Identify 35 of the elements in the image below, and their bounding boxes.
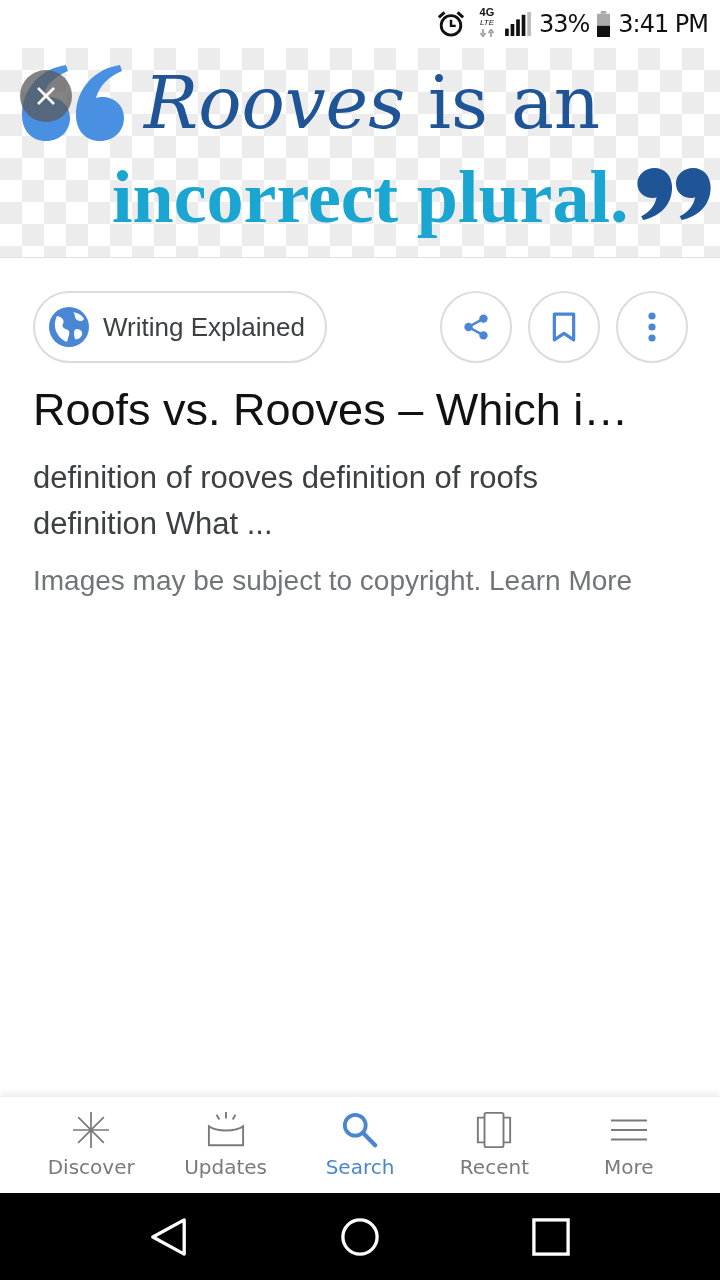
result-description: definition of rooves definition of roofs definition What ...	[33, 459, 539, 543]
source-chip[interactable]: Writing Explained	[33, 291, 327, 363]
clock-time: 3:41 PM	[618, 10, 708, 38]
nav-tab[interactable]: More	[561, 1097, 697, 1193]
cards-stack-icon	[475, 1111, 514, 1149]
nav-tab[interactable]: Recent	[427, 1097, 562, 1193]
alarm-clock-icon	[436, 10, 465, 38]
share-icon	[462, 312, 490, 342]
result-title[interactable]: Roofs vs. Rooves – Which i…	[33, 381, 688, 439]
nav-tab[interactable]: Discover	[24, 1097, 159, 1193]
open-quote-icon	[20, 63, 124, 143]
more-vertical-icon	[648, 312, 656, 342]
tray-icon	[206, 1111, 245, 1149]
home-icon[interactable]	[341, 1217, 379, 1256]
back-icon[interactable]	[150, 1217, 188, 1256]
bookmark-icon	[550, 312, 578, 342]
data-arrows-icon	[478, 29, 495, 37]
signal-icon	[504, 12, 531, 36]
quote-line: incorrect plural.	[112, 155, 629, 240]
globe-icon	[49, 307, 89, 347]
asterisk-icon	[72, 1111, 111, 1149]
copyright-notice: Images may be subject to copyright. Learn More	[33, 564, 634, 598]
battery-icon	[597, 11, 611, 37]
search-icon	[341, 1111, 379, 1149]
network-type-label: 4G	[479, 7, 495, 18]
quote-line: Rooves is an	[144, 63, 601, 143]
recent-apps-icon[interactable]	[532, 1217, 570, 1256]
nav-tab[interactable]: Search	[292, 1097, 428, 1193]
network-subtype-label: LTE	[479, 18, 494, 27]
learn-more-link[interactable]: Learn More	[489, 565, 633, 596]
nav-tab[interactable]: Updates	[158, 1097, 293, 1193]
close-quote-icon	[636, 168, 711, 222]
close-button[interactable]	[20, 70, 72, 122]
battery-percent: 33%	[538, 10, 590, 38]
close-icon	[36, 86, 56, 106]
